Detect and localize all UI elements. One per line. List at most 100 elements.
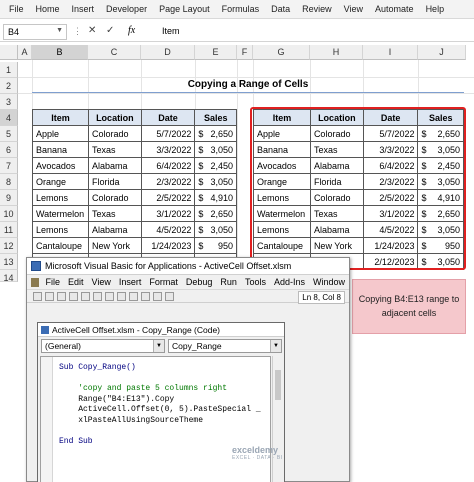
row-header[interactable]: 11: [0, 222, 18, 238]
chevron-down-icon[interactable]: ▼: [56, 27, 63, 34]
code-text[interactable]: Sub Copy_Range() 'copy and paste 5 colum…: [59, 363, 261, 447]
table-cell[interactable]: Lemons: [32, 189, 89, 206]
menu-window[interactable]: Window: [309, 277, 349, 287]
menu-edit[interactable]: Edit: [64, 277, 88, 287]
table-cell[interactable]: 6/4/2022: [140, 157, 196, 174]
enter-icon[interactable]: ✓: [106, 25, 114, 36]
row-header[interactable]: 1: [0, 62, 18, 78]
table-cell[interactable]: Colorado: [87, 125, 142, 142]
table-cell[interactable]: $2,450: [194, 157, 237, 174]
row-header[interactable]: 5: [0, 126, 18, 142]
column-header-cell[interactable]: Item: [32, 109, 89, 126]
undo-icon[interactable]: [117, 291, 126, 301]
row-header[interactable]: 3: [0, 94, 18, 110]
table-cell[interactable]: Avocados: [32, 157, 89, 174]
code-editor[interactable]: Sub Copy_Range() 'copy and paste 5 colum…: [40, 356, 271, 482]
chevron-down-icon[interactable]: ▼: [153, 340, 164, 352]
menu-view[interactable]: View: [88, 277, 115, 287]
cut-icon[interactable]: [69, 291, 78, 301]
table-cell[interactable]: 1/24/2023: [140, 237, 196, 254]
table-cell[interactable]: Lemons: [32, 221, 89, 238]
column-header-cell[interactable]: Date: [140, 109, 196, 126]
table-cell[interactable]: Texas: [87, 205, 142, 222]
paste-icon[interactable]: [93, 291, 102, 301]
column-header-i[interactable]: I: [363, 45, 418, 60]
excel-icon[interactable]: [33, 291, 42, 301]
column-header-b[interactable]: B: [32, 45, 88, 60]
tab-review[interactable]: Review: [296, 4, 338, 14]
object-dropdown[interactable]: (General) ▼: [41, 339, 165, 353]
column-header-d[interactable]: D: [141, 45, 195, 60]
table-cell[interactable]: Banana: [32, 141, 89, 158]
table-cell[interactable]: $3,050: [194, 221, 237, 238]
row-header[interactable]: 10: [0, 206, 18, 222]
table-cell[interactable]: Alabama: [87, 221, 142, 238]
menu-insert[interactable]: Insert: [115, 277, 146, 287]
row-header[interactable]: 12: [0, 238, 18, 254]
table-cell[interactable]: 3/1/2022: [140, 205, 196, 222]
table-cell[interactable]: $2,650: [194, 125, 237, 142]
row-header[interactable]: 7: [0, 158, 18, 174]
redo-icon[interactable]: [129, 291, 138, 301]
column-header-h[interactable]: H: [310, 45, 363, 60]
tab-help[interactable]: Help: [420, 4, 451, 14]
table-cell[interactable]: Orange: [32, 173, 89, 190]
row-header[interactable]: 8: [0, 174, 18, 190]
table-cell[interactable]: Texas: [87, 141, 142, 158]
menu-file[interactable]: File: [41, 277, 64, 287]
row-header[interactable]: 14: [0, 270, 18, 283]
row-header[interactable]: 6: [0, 142, 18, 158]
tab-view[interactable]: View: [338, 4, 369, 14]
table-cell[interactable]: 5/7/2022: [140, 125, 196, 142]
column-header-g[interactable]: G: [253, 45, 310, 60]
table-cell[interactable]: Colorado: [87, 189, 142, 206]
table-cell[interactable]: $2,650: [194, 205, 237, 222]
column-header-f[interactable]: F: [237, 45, 253, 60]
save-icon[interactable]: [57, 291, 66, 301]
menu-run[interactable]: Run: [216, 277, 241, 287]
run-icon[interactable]: [141, 291, 150, 301]
menu-add-ins[interactable]: Add-Ins: [270, 277, 309, 287]
scrollbar-thumb[interactable]: [275, 370, 281, 400]
row-header[interactable]: 9: [0, 190, 18, 206]
break-icon[interactable]: [153, 291, 162, 301]
code-scrollbar[interactable]: [272, 356, 283, 482]
reset-icon[interactable]: [165, 291, 174, 301]
name-box[interactable]: B4 ▼: [3, 24, 67, 40]
tab-developer[interactable]: Developer: [100, 4, 153, 14]
tab-formulas[interactable]: Formulas: [216, 4, 266, 14]
formula-input[interactable]: Item: [162, 26, 180, 36]
tab-data[interactable]: Data: [265, 4, 296, 14]
column-header-cell[interactable]: Sales: [194, 109, 237, 126]
row-header[interactable]: 4: [0, 110, 18, 126]
table-cell[interactable]: Alabama: [87, 157, 142, 174]
column-header-j[interactable]: J: [418, 45, 466, 60]
table-cell[interactable]: $950: [194, 237, 237, 254]
menu-format[interactable]: Format: [145, 277, 182, 287]
table-cell[interactable]: Watermelon: [32, 205, 89, 222]
find-icon[interactable]: [105, 291, 114, 301]
table-cell[interactable]: $3,050: [194, 173, 237, 190]
procedure-dropdown[interactable]: Copy_Range ▼: [168, 339, 282, 353]
select-all-corner[interactable]: [0, 45, 18, 60]
insert-module-icon[interactable]: [45, 291, 54, 301]
tab-automate[interactable]: Automate: [369, 4, 420, 14]
column-header-e[interactable]: E: [195, 45, 237, 60]
row-header[interactable]: 13: [0, 254, 18, 270]
menu-tools[interactable]: Tools: [241, 277, 270, 287]
column-header-a[interactable]: A: [18, 45, 32, 60]
table-cell[interactable]: 3/3/2022: [140, 141, 196, 158]
chevron-down-icon[interactable]: ▼: [270, 340, 281, 352]
insert-function-button[interactable]: fx: [128, 25, 135, 36]
row-header[interactable]: 2: [0, 78, 18, 94]
cancel-icon[interactable]: ✕: [88, 25, 96, 36]
table-cell[interactable]: New York: [87, 237, 142, 254]
table-cell[interactable]: $4,910: [194, 189, 237, 206]
tab-home[interactable]: Home: [30, 4, 66, 14]
table-cell[interactable]: Florida: [87, 173, 142, 190]
tab-file[interactable]: File: [3, 4, 30, 14]
table-cell[interactable]: 2/3/2022: [140, 173, 196, 190]
column-header-c[interactable]: C: [88, 45, 141, 60]
table-cell[interactable]: Apple: [32, 125, 89, 142]
table-cell[interactable]: $3,050: [194, 141, 237, 158]
